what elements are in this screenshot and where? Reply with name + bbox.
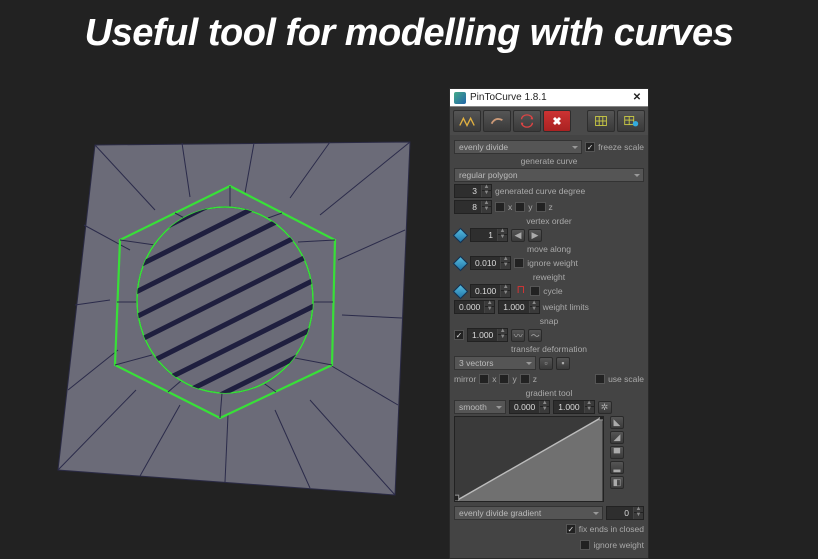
ignore-weight-label: ignore weight: [527, 258, 578, 268]
mirror-x-checkbox[interactable]: [479, 374, 489, 384]
grad-count-input[interactable]: 0▲▼: [606, 506, 644, 520]
vectors-dropdown[interactable]: 3 vectors: [454, 356, 536, 370]
tool-brush-icon[interactable]: [483, 110, 511, 132]
move-along-input[interactable]: 0.010▲▼: [470, 256, 511, 270]
axis-x-label: x: [508, 202, 512, 212]
ignore-weight2-checkbox[interactable]: [580, 540, 590, 550]
axis-z-label: z: [549, 202, 553, 212]
axis-y-checkbox[interactable]: [515, 202, 525, 212]
mirror-y-checkbox[interactable]: [499, 374, 509, 384]
transfer-opt1-icon[interactable]: ▫: [539, 357, 553, 370]
tool-sync-icon[interactable]: [513, 110, 541, 132]
viewport-3d: [40, 90, 430, 520]
freeze-scale-checkbox[interactable]: [585, 142, 595, 152]
page-headline: Useful tool for modelling with curves: [0, 12, 818, 55]
vertex-order-next-icon[interactable]: ▶: [528, 229, 542, 242]
gradient-gear-icon[interactable]: ✲: [598, 401, 612, 414]
reweight-input[interactable]: 0.100▲▼: [470, 284, 511, 298]
reweight-label: reweight: [454, 272, 644, 282]
mirror-x-label: x: [492, 374, 496, 384]
panel-title: PinToCurve 1.8.1: [470, 92, 547, 103]
sides-input[interactable]: 8▲▼: [454, 200, 492, 214]
snap-checkbox[interactable]: [454, 330, 464, 340]
vertex-order-apply-icon[interactable]: [454, 229, 467, 242]
ignore-weight-checkbox[interactable]: [514, 258, 524, 268]
magnet-icon[interactable]: ⊓: [514, 285, 527, 298]
transfer-opt2-icon[interactable]: ▪: [556, 357, 570, 370]
mirror-z-checkbox[interactable]: [520, 374, 530, 384]
curve-type-dropdown[interactable]: regular polygon: [454, 168, 644, 182]
grad-max-input[interactable]: 1.000▲▼: [553, 400, 594, 414]
weight-min-input[interactable]: 0.000▲▼: [454, 300, 495, 314]
mirror-z-label: z: [533, 374, 537, 384]
mirror-y-label: y: [512, 374, 516, 384]
grad-min-input[interactable]: 0.000▲▼: [509, 400, 550, 414]
main-icon-row: ✖: [450, 107, 648, 135]
use-scale-checkbox[interactable]: [595, 374, 605, 384]
graph-tool4-icon[interactable]: ▂: [610, 461, 624, 474]
move-along-apply-icon[interactable]: [454, 257, 467, 270]
transfer-deformation-label: transfer deformation: [454, 344, 644, 354]
ignore-weight2-label: ignore weight: [593, 540, 644, 550]
tool-delete-icon[interactable]: ✖: [543, 110, 571, 132]
axis-x-checkbox[interactable]: [495, 202, 505, 212]
panel-titlebar[interactable]: PinToCurve 1.8.1 ✕: [450, 89, 648, 107]
snap-input[interactable]: 1.000▲▼: [467, 328, 508, 342]
axis-z-checkbox[interactable]: [536, 202, 546, 212]
app-logo-icon: [454, 92, 466, 104]
weight-max-input[interactable]: 1.000▲▼: [498, 300, 539, 314]
reweight-apply-icon[interactable]: [454, 285, 467, 298]
tool-gridadd-icon[interactable]: [617, 110, 645, 132]
use-scale-label: use scale: [608, 374, 644, 384]
weight-limits-label: weight limits: [543, 302, 589, 312]
gradient-divide-dropdown[interactable]: evenly divide gradient: [454, 506, 603, 520]
freeze-scale-label: freeze scale: [598, 142, 644, 152]
mirror-label: mirror: [454, 374, 476, 384]
vertex-order-input[interactable]: 1▲▼: [470, 228, 508, 242]
graph-tool1-icon[interactable]: ◣: [610, 416, 624, 429]
gradient-tool-label: gradient tool: [454, 388, 644, 398]
vertex-order-label: vertex order: [454, 216, 644, 226]
degree-label: generated curve degree: [495, 186, 585, 196]
fix-ends-checkbox[interactable]: [566, 524, 576, 534]
tool-pin-icon[interactable]: [453, 110, 481, 132]
divide-mode-dropdown[interactable]: evenly divide: [454, 140, 582, 154]
vertex-order-prev-icon[interactable]: ◀: [511, 229, 525, 242]
axis-y-label: y: [528, 202, 532, 212]
graph-tool2-icon[interactable]: ◢: [610, 431, 624, 444]
tool-grid-icon[interactable]: [587, 110, 615, 132]
graph-tool3-icon[interactable]: ▀: [610, 446, 624, 459]
fix-ends-label: fix ends in closed: [579, 524, 644, 534]
snap-label: snap: [454, 316, 644, 326]
cycle-label: cycle: [543, 286, 562, 296]
graph-tool5-icon[interactable]: ◧: [610, 476, 624, 489]
generate-curve-label: generate curve: [454, 156, 644, 166]
close-button[interactable]: ✕: [630, 92, 644, 103]
snap-curve1-icon[interactable]: 〰: [511, 329, 525, 342]
gradient-graph[interactable]: [454, 416, 604, 502]
pintocurve-panel: PinToCurve 1.8.1 ✕ ✖ evenly divide freez…: [449, 88, 649, 559]
move-along-label: move along: [454, 244, 644, 254]
cycle-checkbox[interactable]: [530, 286, 540, 296]
snap-curve2-icon[interactable]: 〜: [528, 329, 542, 342]
degree-input[interactable]: 3▲▼: [454, 184, 492, 198]
gradient-mode-dropdown[interactable]: smooth: [454, 400, 506, 414]
